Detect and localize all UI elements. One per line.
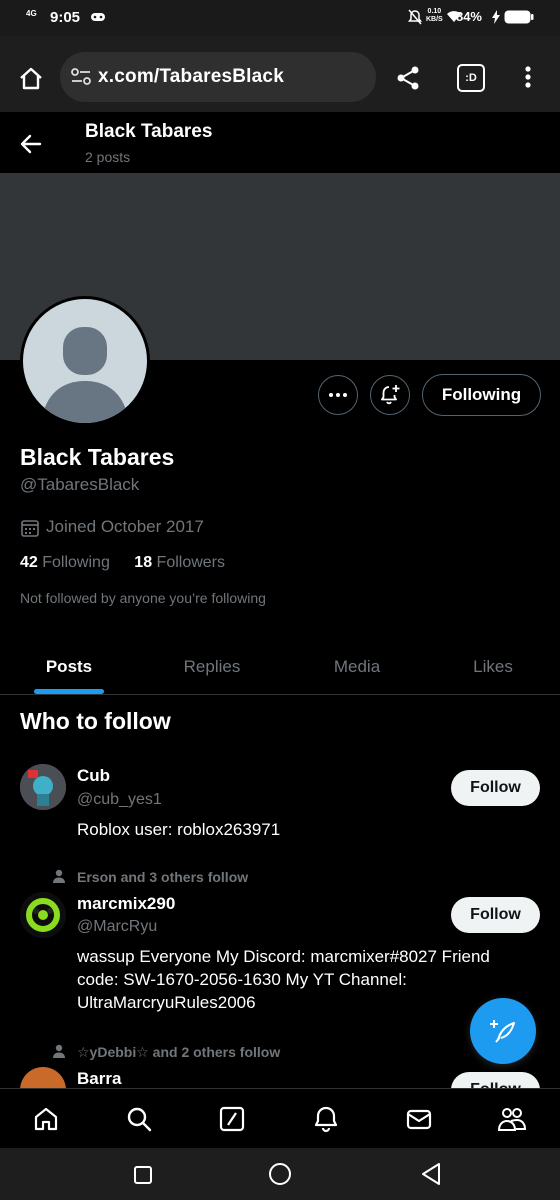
social-context: Erson and 3 others follow: [77, 869, 249, 885]
follow-stats: 42 Following 18 Followers: [20, 554, 225, 572]
home-icon[interactable]: [14, 62, 48, 96]
person-icon: [52, 1044, 66, 1063]
site-settings-icon[interactable]: [70, 67, 92, 92]
follow-button[interactable]: Follow: [451, 897, 540, 933]
following-button[interactable]: Following: [422, 374, 541, 416]
calendar-icon: [20, 518, 40, 543]
profile-name: Black Tabares: [20, 444, 175, 470]
joined-date: Joined October 2017: [46, 517, 204, 536]
bell-plus-icon: [381, 385, 400, 405]
follow-button[interactable]: Follow: [451, 770, 540, 806]
header-title: Black Tabares: [85, 121, 213, 142]
notifications-subscribe-button[interactable]: [370, 375, 410, 415]
follow-button[interactable]: Follow: [451, 1072, 540, 1088]
messages-nav-icon[interactable]: [401, 1101, 437, 1137]
clock: 9:05: [50, 9, 81, 26]
following-link[interactable]: 42 Following: [20, 554, 110, 571]
user-name[interactable]: Barra: [77, 1069, 121, 1088]
tab-replies[interactable]: Replies: [143, 640, 281, 694]
suggested-user-marcmix290[interactable]: Erson and 3 others follow marcmix290 @Ma…: [0, 866, 560, 1026]
tab-likes[interactable]: Likes: [424, 640, 560, 694]
back-arrow-icon[interactable]: [16, 129, 46, 159]
system-back-icon[interactable]: [416, 1159, 446, 1189]
bottom-navigation: [0, 1088, 560, 1149]
tab-switcher-button[interactable]: :D: [457, 64, 485, 92]
browser-toolbar: x.com/TabaresBlack :D: [0, 36, 560, 112]
profile-tabs: Posts Replies Media Likes: [0, 640, 560, 695]
user-bio: wassup Everyone My Discord: marcmixer#80…: [77, 947, 490, 1012]
battery-percent: 84%: [455, 9, 482, 24]
compose-post-button[interactable]: [470, 998, 536, 1064]
profile-avatar[interactable]: [20, 296, 150, 426]
active-tab-indicator: [34, 689, 104, 694]
system-navigation-bar: [0, 1148, 560, 1200]
robot-avatar-icon: [20, 764, 66, 810]
who-to-follow-title: Who to follow: [20, 708, 171, 734]
notifications-nav-icon[interactable]: [308, 1101, 344, 1137]
recent-apps-icon[interactable]: [128, 1160, 158, 1190]
suggested-user-cub[interactable]: Cub @cub_yes1 Roblox user: roblox263971 …: [0, 758, 560, 848]
profile-handle: @TabaresBlack: [20, 475, 140, 494]
following-count: 42: [20, 554, 38, 571]
user-bio: Roblox user: roblox263971: [77, 820, 281, 839]
grok-nav-icon[interactable]: [214, 1101, 250, 1137]
avatar[interactable]: [20, 1067, 66, 1088]
search-nav-icon[interactable]: [121, 1101, 157, 1137]
mutual-followers-note: Not followed by anyone you’re following: [20, 590, 266, 606]
url-text[interactable]: x.com/TabaresBlack: [98, 66, 284, 88]
game-controller-icon: [90, 10, 106, 26]
data-speed-value: 0.10: [427, 8, 442, 15]
data-speed: 0.10 KB/S: [426, 8, 443, 24]
profile-header: Black Tabares 2 posts: [0, 113, 560, 173]
mute-icon: [408, 9, 422, 28]
default-avatar-icon: [41, 327, 129, 423]
more-horizontal-icon: [329, 393, 347, 397]
user-handle: @MarcRyu: [77, 918, 158, 935]
avatar[interactable]: [20, 892, 66, 938]
person-icon: [52, 869, 66, 888]
battery-icon: [504, 10, 534, 27]
tab-media[interactable]: Media: [288, 640, 426, 694]
network-type: 4G: [26, 9, 37, 18]
user-name[interactable]: marcmix290: [77, 894, 175, 914]
header-post-count: 2 posts: [85, 149, 131, 165]
more-options-button[interactable]: [318, 375, 358, 415]
social-context: ☆yDebbi☆ and 2 others follow: [77, 1044, 281, 1060]
followers-link[interactable]: 18 Followers: [134, 554, 225, 571]
user-handle: @cub_yes1: [77, 791, 162, 808]
system-home-icon[interactable]: [265, 1159, 295, 1189]
status-bar: 4G 9:05 0.10 KB/S 84%: [0, 0, 560, 36]
communities-nav-icon[interactable]: [494, 1101, 530, 1137]
green-mask-avatar-icon: [20, 892, 66, 938]
tab-posts[interactable]: Posts: [0, 640, 138, 694]
followers-count: 18: [134, 554, 153, 571]
avatar[interactable]: [20, 764, 66, 810]
more-vertical-icon[interactable]: [518, 62, 538, 92]
feather-plus-icon: [490, 1020, 515, 1043]
share-icon[interactable]: [392, 62, 424, 94]
following-label: Following: [42, 554, 110, 571]
user-name[interactable]: Cub: [77, 766, 110, 786]
followers-label: Followers: [156, 554, 226, 571]
data-speed-unit: KB/S: [426, 16, 443, 23]
home-nav-icon[interactable]: [28, 1101, 64, 1137]
url-bar[interactable]: x.com/TabaresBlack: [60, 52, 376, 102]
charging-icon: [492, 10, 500, 27]
